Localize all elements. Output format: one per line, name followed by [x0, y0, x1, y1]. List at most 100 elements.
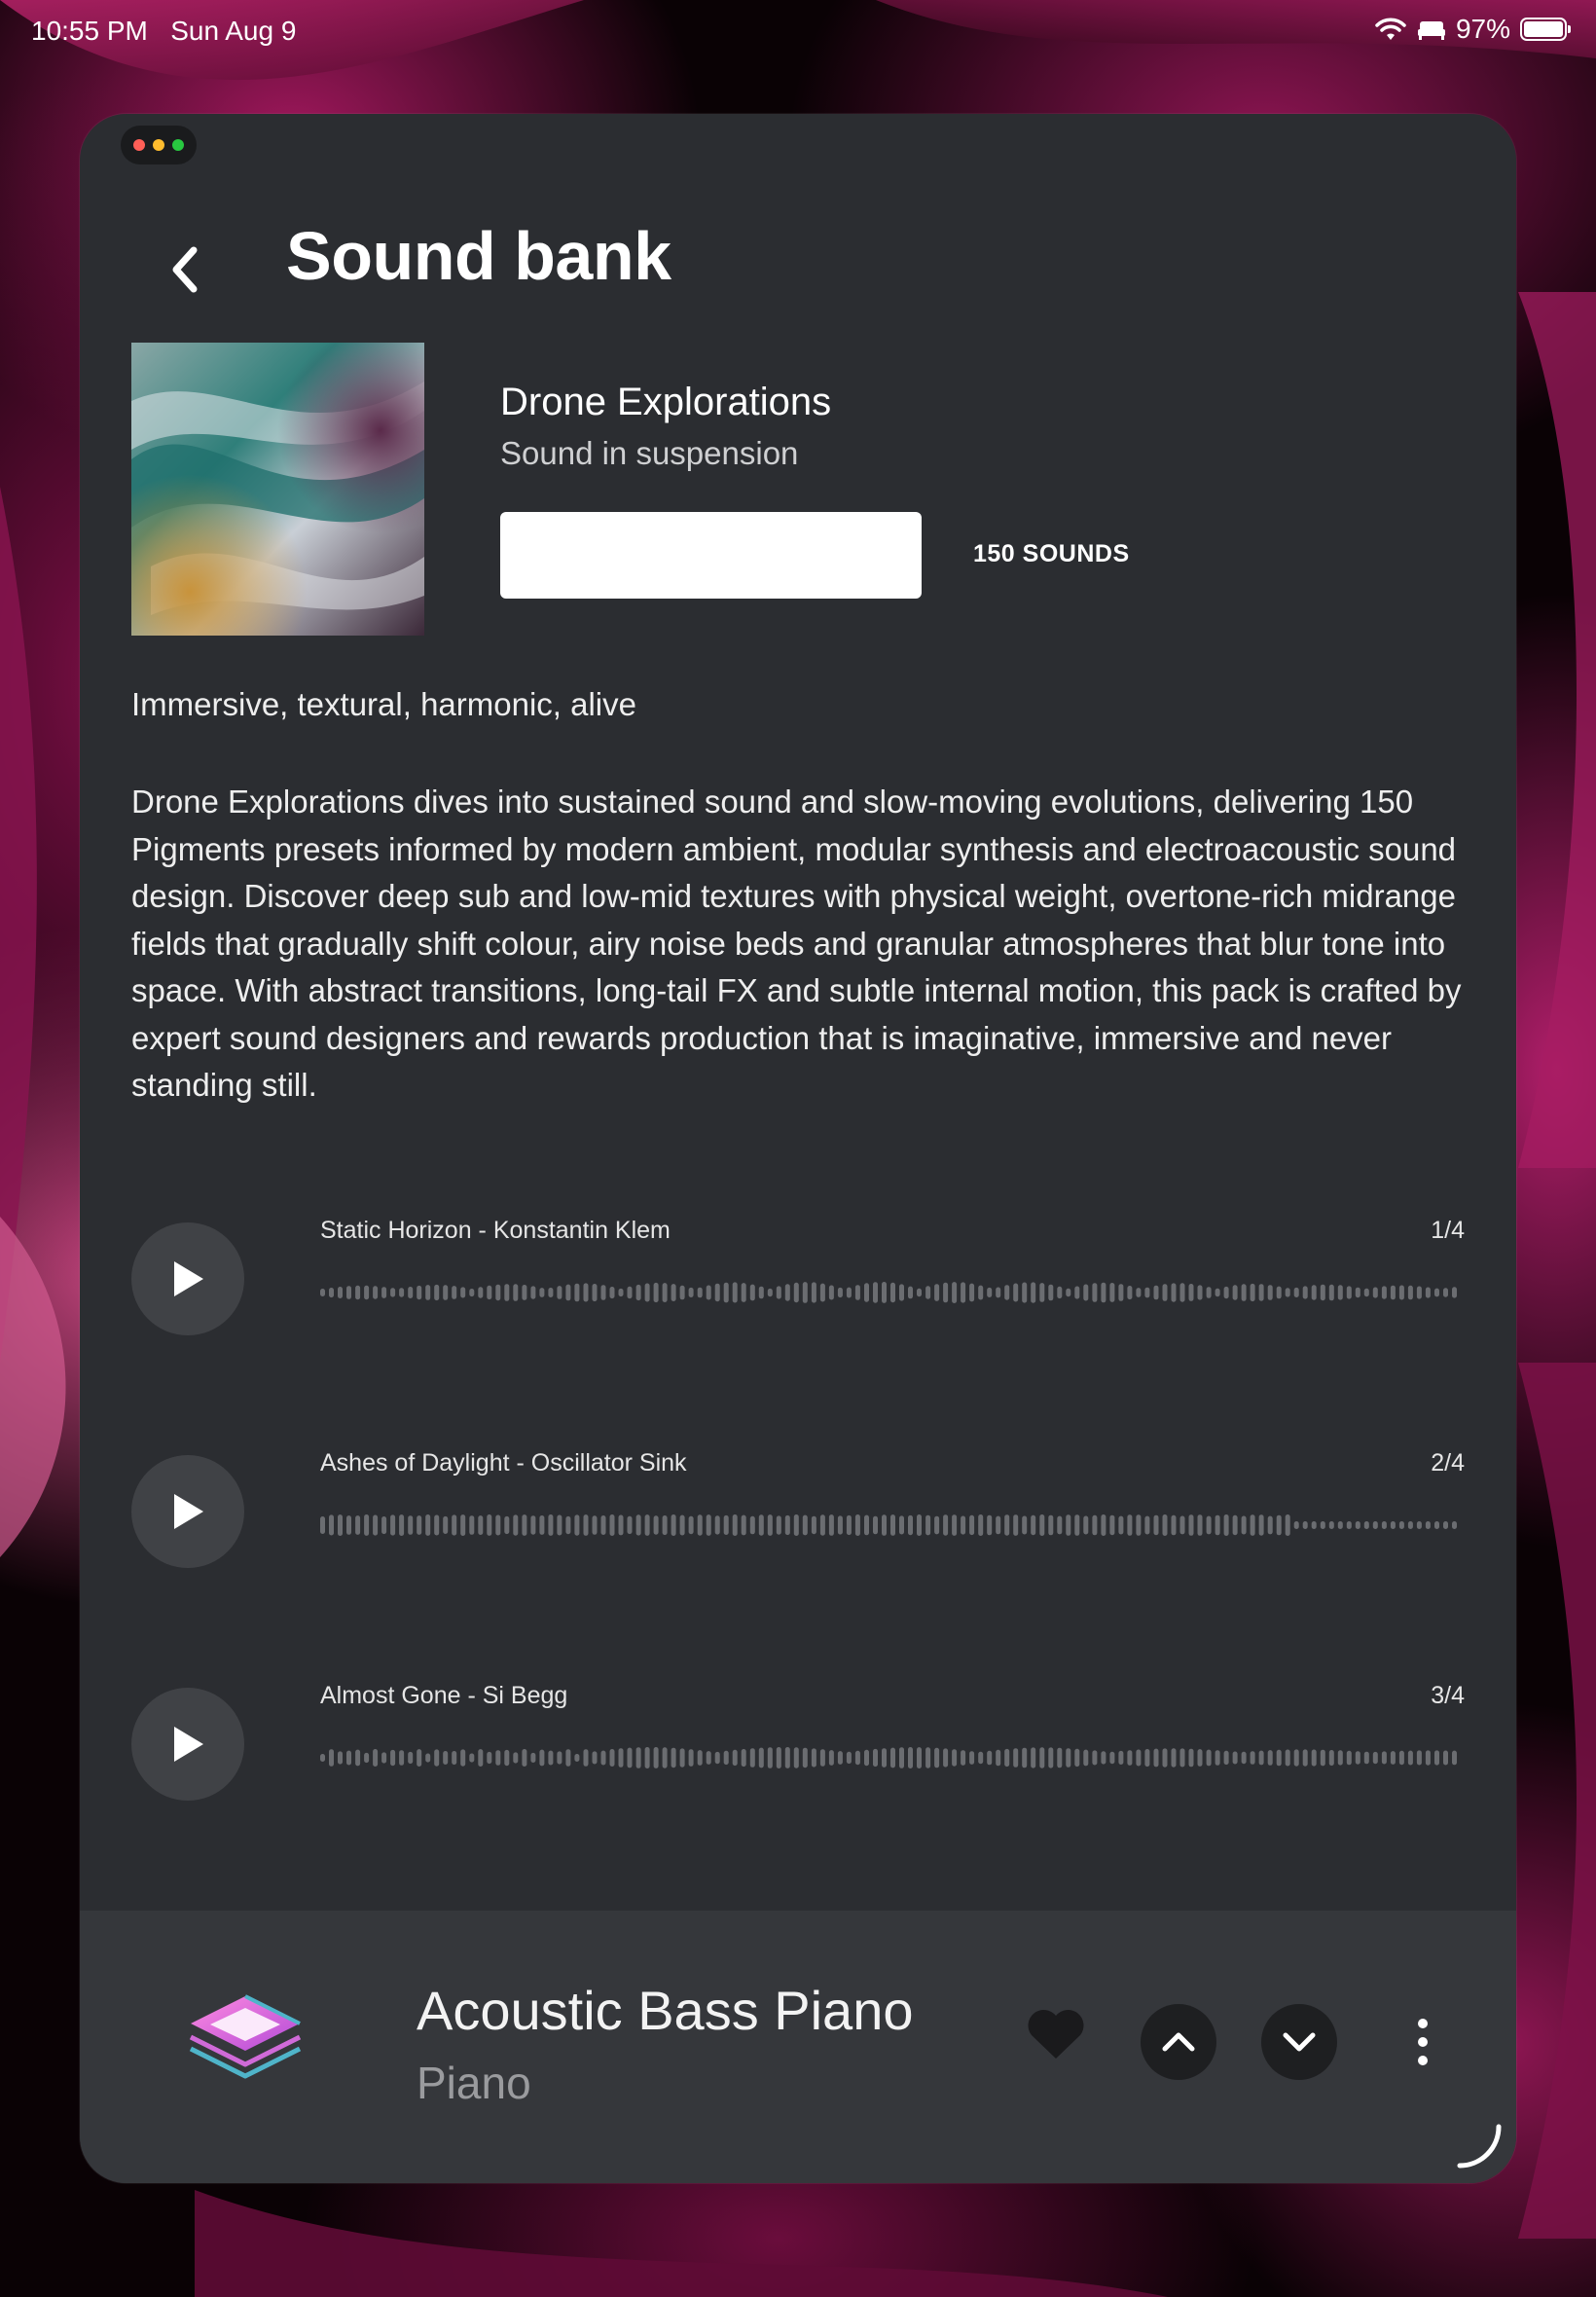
waveform-bar	[1127, 1286, 1133, 1300]
waveform-bar	[417, 1515, 422, 1535]
waveform-bar	[1074, 1748, 1080, 1768]
waveform-bar	[1039, 1747, 1045, 1768]
waveform-bar	[996, 1749, 1001, 1767]
waveform-bar	[1153, 1285, 1159, 1300]
waveform[interactable]	[320, 1742, 1461, 1773]
waveform-bar	[969, 1283, 975, 1302]
waveform-bar	[1057, 1286, 1063, 1299]
waveform-bar	[320, 1754, 325, 1762]
waveform-bar	[776, 1747, 781, 1768]
waveform-bar	[1390, 1521, 1396, 1529]
waveform-bar	[513, 1284, 519, 1301]
waveform-bar	[1452, 1287, 1457, 1298]
track-title: Ashes of Daylight - Oscillator Sink	[320, 1449, 687, 1477]
waveform-bar	[609, 1287, 615, 1299]
waveform-bar	[1197, 1749, 1203, 1767]
waveform-bar	[1346, 1750, 1352, 1766]
waveform-bar	[329, 1514, 334, 1536]
waveform-bar	[671, 1284, 676, 1301]
waveform-bar	[329, 1749, 334, 1767]
waveform-bar	[1452, 1750, 1457, 1766]
chevron-up-icon	[1162, 2032, 1195, 2052]
waveform-bar	[1109, 1283, 1115, 1302]
waveform-bar	[864, 1283, 869, 1302]
waveform-bar	[504, 1749, 510, 1767]
waveform-bar	[723, 1750, 729, 1766]
waveform-bar	[1136, 1288, 1142, 1297]
waveform-bar	[1153, 1748, 1159, 1768]
waveform-bar	[1057, 1515, 1063, 1535]
waveform-bar	[373, 1514, 379, 1536]
waveform-bar	[478, 1749, 484, 1767]
waveform-bar	[802, 1747, 808, 1768]
pack-action-button[interactable]	[500, 512, 922, 599]
waveform-bar	[381, 1516, 387, 1535]
waveform-bar	[1215, 1288, 1220, 1297]
waveform-bar	[987, 1514, 993, 1536]
waveform-bar	[495, 1750, 501, 1766]
waveform-bar	[854, 1285, 860, 1300]
waveform-bar	[1276, 1749, 1282, 1767]
waveform-bar	[1179, 1515, 1185, 1535]
waveform-bar	[741, 1283, 746, 1302]
waveform-bar	[1048, 1747, 1054, 1768]
waveform-bar	[1285, 1514, 1290, 1536]
instrument-name: Acoustic Bass Piano	[417, 1980, 914, 2041]
waveform-bar	[811, 1515, 816, 1535]
play-button[interactable]	[131, 1688, 244, 1801]
waveform-bar	[1443, 1521, 1448, 1529]
waveform-bar	[434, 1749, 440, 1767]
next-preset-button[interactable]	[1261, 2004, 1337, 2080]
waveform-bar	[1407, 1285, 1413, 1300]
window-dot-green[interactable]	[172, 139, 184, 151]
waveform-bar	[1066, 1748, 1071, 1768]
waveform-bar	[1004, 1748, 1010, 1768]
play-button[interactable]	[131, 1222, 244, 1335]
window-controls[interactable]	[121, 126, 197, 164]
play-button[interactable]	[131, 1455, 244, 1568]
waveform-bar	[1118, 1750, 1124, 1765]
waveform-bar	[452, 1514, 457, 1536]
waveform-bar	[1267, 1515, 1273, 1535]
waveform-bar	[609, 1514, 615, 1536]
waveform-bar	[873, 1515, 878, 1535]
waveform-bar	[1109, 1514, 1115, 1536]
pack-name: Drone Explorations	[500, 381, 832, 423]
window-dot-red[interactable]	[133, 139, 145, 151]
waveform-bar	[819, 1749, 825, 1767]
waveform-bar	[583, 1283, 589, 1302]
waveform-bar	[671, 1514, 676, 1536]
waveform-bar	[364, 1285, 370, 1300]
waveform-bar	[452, 1751, 457, 1766]
waveform-bar	[600, 1285, 606, 1300]
waveform-bar	[452, 1286, 457, 1299]
more-vertical-icon[interactable]	[1403, 2004, 1442, 2080]
waveform[interactable]	[320, 1277, 1461, 1308]
waveform-bar	[749, 1515, 755, 1535]
play-icon	[174, 1727, 203, 1762]
heart-icon[interactable]	[1026, 2004, 1086, 2062]
waveform-bar	[1048, 1514, 1054, 1536]
previous-preset-button[interactable]	[1141, 2004, 1216, 2080]
waveform-bar	[417, 1285, 422, 1300]
window-resize-handle[interactable]	[1448, 2115, 1506, 2173]
waveform-bar	[802, 1282, 808, 1303]
waveform-bar	[1127, 1750, 1133, 1766]
waveform-bar	[1250, 1514, 1255, 1536]
waveform-bar	[478, 1287, 484, 1298]
waveform-bar	[618, 1288, 624, 1297]
waveform-bar	[802, 1514, 808, 1536]
back-button[interactable]	[156, 231, 214, 309]
waveform-bar	[837, 1515, 843, 1535]
waveform-bar	[1083, 1749, 1089, 1767]
status-time-text: 10:55 PM	[31, 16, 148, 46]
window-dot-yellow[interactable]	[153, 139, 164, 151]
waveform[interactable]	[320, 1510, 1461, 1541]
track-index: 3/4	[1431, 1682, 1465, 1709]
waveform-bar	[882, 1748, 887, 1768]
waveform-bar	[864, 1514, 869, 1536]
waveform-bar	[811, 1282, 816, 1303]
waveform-bar	[1425, 1287, 1431, 1298]
waveform-bar	[1136, 1514, 1142, 1536]
waveform-bar	[425, 1753, 431, 1763]
